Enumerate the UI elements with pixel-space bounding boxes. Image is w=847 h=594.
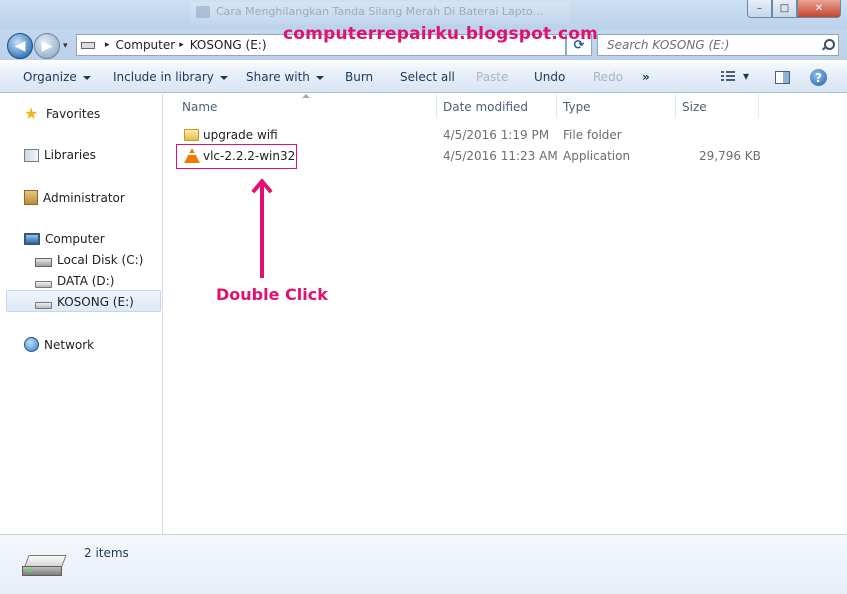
command-bar: Organize Include in library Share with B… — [0, 63, 847, 93]
help-icon[interactable]: ? — [810, 69, 827, 86]
change-view-icon[interactable] — [721, 71, 735, 83]
navigation-pane: ★ Favorites Libraries Administrator Comp… — [0, 94, 163, 534]
window-controls: – □ ✕ — [747, 0, 841, 18]
file-date: 4/5/2016 1:19 PM — [443, 128, 550, 142]
drive-small-icon — [81, 41, 95, 49]
include-in-library-button[interactable]: Include in library — [113, 70, 228, 84]
sidebar-item-computer[interactable]: Computer — [24, 232, 105, 246]
sidebar-item-favorites[interactable]: ★ Favorites — [24, 106, 100, 122]
search-placeholder: Search KOSONG (E:) — [607, 38, 730, 52]
sidebar-item-libraries[interactable]: Libraries — [24, 148, 96, 162]
breadcrumb-kosong[interactable]: KOSONG (E:) — [190, 38, 267, 52]
organize-label: Organize — [23, 70, 77, 84]
file-name: upgrade wifi — [203, 128, 278, 142]
annotation-text: Double Click — [216, 285, 328, 304]
sidebar-item-data-d[interactable]: DATA (D:) — [35, 274, 114, 288]
window-title-text: Cara Menghilangkan Tanda Silang Merah Di… — [216, 5, 544, 18]
organize-button[interactable]: Organize — [23, 70, 91, 84]
drive-icon — [35, 301, 52, 309]
sidebar-item-kosong-e[interactable]: KOSONG (E:) — [35, 295, 134, 309]
column-header-type[interactable]: Type — [563, 100, 591, 114]
annotation-highlight-box — [176, 144, 297, 169]
user-folder-icon — [24, 190, 38, 205]
star-icon: ★ — [24, 104, 39, 123]
burn-button[interactable]: Burn — [345, 70, 373, 84]
sidebar-item-label: DATA (D:) — [57, 274, 115, 288]
chevron-down-icon — [315, 75, 324, 80]
sidebar-item-label: Local Disk (C:) — [57, 253, 144, 267]
column-divider[interactable] — [436, 94, 437, 118]
search-input[interactable]: Search KOSONG (E:) — [597, 34, 839, 56]
sidebar-item-label: Favorites — [46, 107, 101, 121]
sidebar-item-local-disk-c[interactable]: Local Disk (C:) — [35, 253, 143, 267]
chevron-down-icon — [82, 75, 91, 80]
preview-pane-icon[interactable] — [775, 71, 790, 84]
column-header-name[interactable]: Name — [182, 100, 217, 114]
paste-button[interactable]: Paste — [476, 70, 508, 84]
file-type: File folder — [563, 128, 622, 142]
back-button[interactable]: ◀ — [7, 33, 33, 59]
breadcrumb-separator[interactable]: ▸ — [179, 40, 184, 50]
share-with-label: Share with — [246, 70, 310, 84]
column-header-date-modified[interactable]: Date modified — [443, 100, 528, 114]
drive-large-icon — [22, 555, 67, 577]
column-header-size[interactable]: Size — [682, 100, 707, 114]
include-in-library-label: Include in library — [113, 70, 214, 84]
forward-button[interactable]: ▶ — [34, 33, 60, 59]
views-dropdown[interactable]: ▾ — [743, 69, 749, 83]
undo-button[interactable]: Undo — [534, 70, 565, 84]
file-type: Application — [563, 149, 631, 163]
column-divider[interactable] — [758, 94, 759, 118]
back-arrow-icon: ◀ — [14, 38, 26, 54]
column-divider[interactable] — [675, 94, 676, 118]
close-icon: ✕ — [814, 2, 824, 14]
libraries-icon — [24, 148, 39, 162]
sidebar-item-label: Computer — [45, 232, 105, 246]
drive-icon — [35, 280, 52, 288]
breadcrumb-computer[interactable]: Computer — [116, 38, 176, 52]
share-with-button[interactable]: Share with — [246, 70, 324, 84]
watermark-text: computerrepairku.blogspot.com — [283, 24, 599, 44]
annotation-arrow-shaft — [260, 182, 264, 278]
file-list: Name Date modified Type Size upgrade wif… — [164, 94, 847, 534]
file-date: 4/5/2016 11:23 AM — [443, 149, 558, 163]
sidebar-item-label: Libraries — [44, 148, 96, 162]
drive-led-shape — [28, 569, 33, 572]
redo-button[interactable]: Redo — [593, 70, 623, 84]
close-button[interactable]: ✕ — [797, 0, 841, 18]
network-icon — [24, 337, 39, 352]
sidebar-item-administrator[interactable]: Administrator — [24, 190, 125, 205]
column-divider[interactable] — [556, 94, 557, 118]
maximize-icon: □ — [779, 2, 790, 14]
table-row[interactable]: upgrade wifi 4/5/2016 1:19 PM File folde… — [164, 125, 847, 145]
recent-pages-dropdown[interactable]: ▾ — [63, 41, 68, 51]
breadcrumb-separator[interactable]: ▸ — [105, 40, 110, 50]
window-title: Cara Menghilangkan Tanda Silang Merah Di… — [190, 2, 570, 24]
select-all-button[interactable]: Select all — [400, 70, 455, 84]
sort-ascending-icon — [302, 94, 310, 98]
file-size: 29,796 KB — [699, 149, 761, 163]
computer-icon — [24, 233, 40, 245]
sidebar-item-network[interactable]: Network — [24, 337, 94, 352]
sidebar-item-label: Administrator — [43, 190, 125, 205]
local-disk-icon — [35, 258, 52, 267]
details-pane: 2 items — [0, 534, 847, 594]
maximize-button[interactable]: □ — [772, 0, 797, 18]
annotation-arrow-up-icon — [251, 174, 273, 196]
window-app-icon — [196, 6, 210, 18]
forward-arrow-icon: ▶ — [41, 38, 53, 54]
chevron-down-icon — [219, 75, 228, 80]
minimize-button[interactable]: – — [747, 0, 772, 18]
minimize-icon: – — [757, 2, 762, 14]
sidebar-item-label: KOSONG (E:) — [57, 295, 134, 309]
sidebar-item-label: Network — [44, 337, 95, 352]
folder-icon — [184, 129, 199, 141]
item-count: 2 items — [84, 546, 129, 560]
search-icon[interactable] — [822, 39, 835, 51]
more-commands-button[interactable]: » — [642, 70, 650, 84]
